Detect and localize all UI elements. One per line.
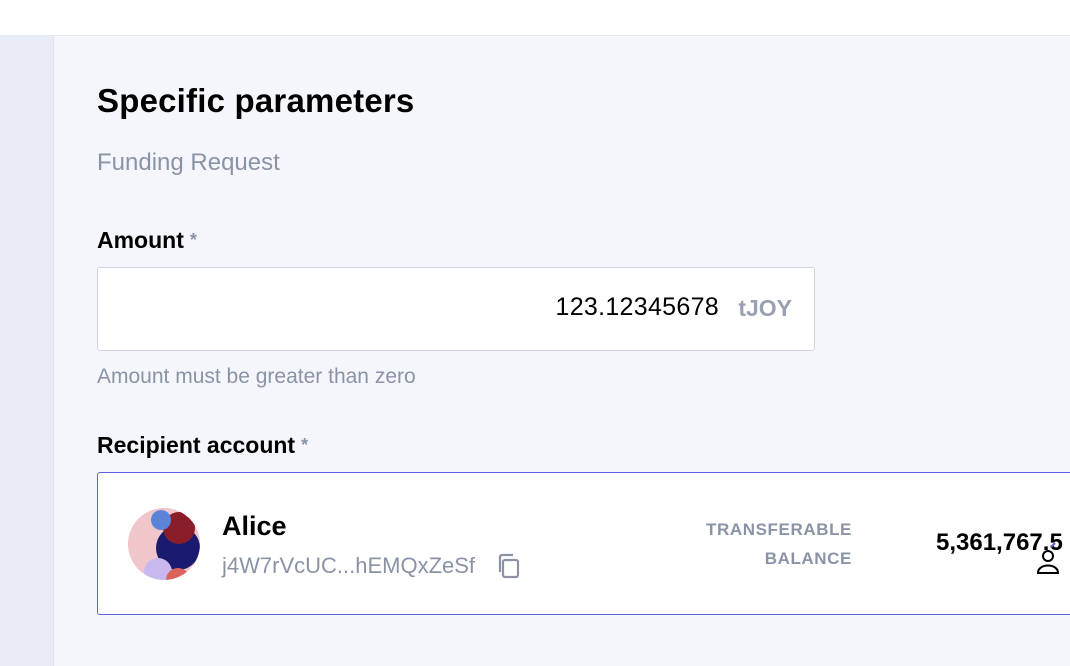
recipient-label-text: Recipient account xyxy=(97,432,296,458)
top-bar xyxy=(0,0,1070,36)
amount-label: Amount * xyxy=(97,227,197,254)
identicon-avatar-graphic xyxy=(128,508,200,580)
account-name: Alice xyxy=(222,511,287,541)
user-icon-graphic xyxy=(1036,542,1060,574)
account-address: j4W7rVcUC...hEMQxZeSf xyxy=(222,553,476,578)
amount-input[interactable]: 123.12345678 tJOY xyxy=(97,267,815,351)
balance-label-line1: TRANSFERABLE xyxy=(705,520,852,539)
recipient-label: Recipient account * xyxy=(97,432,308,459)
identicon-avatar xyxy=(128,508,200,580)
copy-icon-graphic xyxy=(498,553,520,579)
amount-hint: Amount must be greater than zero xyxy=(97,365,416,388)
balance-label-line2: BALANCE xyxy=(764,549,852,568)
amount-label-text: Amount xyxy=(97,227,184,253)
copy-icon[interactable] xyxy=(496,553,522,579)
amount-value: 123.12345678 xyxy=(555,293,719,321)
section-subtitle: Funding Request xyxy=(97,149,280,176)
transferable-balance-label: TRANSFERABLE BALANCE xyxy=(638,515,852,573)
user-icon xyxy=(1033,541,1063,581)
amount-unit: tJOY xyxy=(738,295,792,321)
sidebar xyxy=(0,36,54,666)
section-title: Specific parameters xyxy=(97,82,415,119)
required-mark: * xyxy=(301,435,309,455)
required-mark: * xyxy=(189,230,197,250)
recipient-account-select[interactable]: Alice j4W7rVcUC...hEMQxZeSf TRANSFERABLE… xyxy=(97,472,1070,615)
